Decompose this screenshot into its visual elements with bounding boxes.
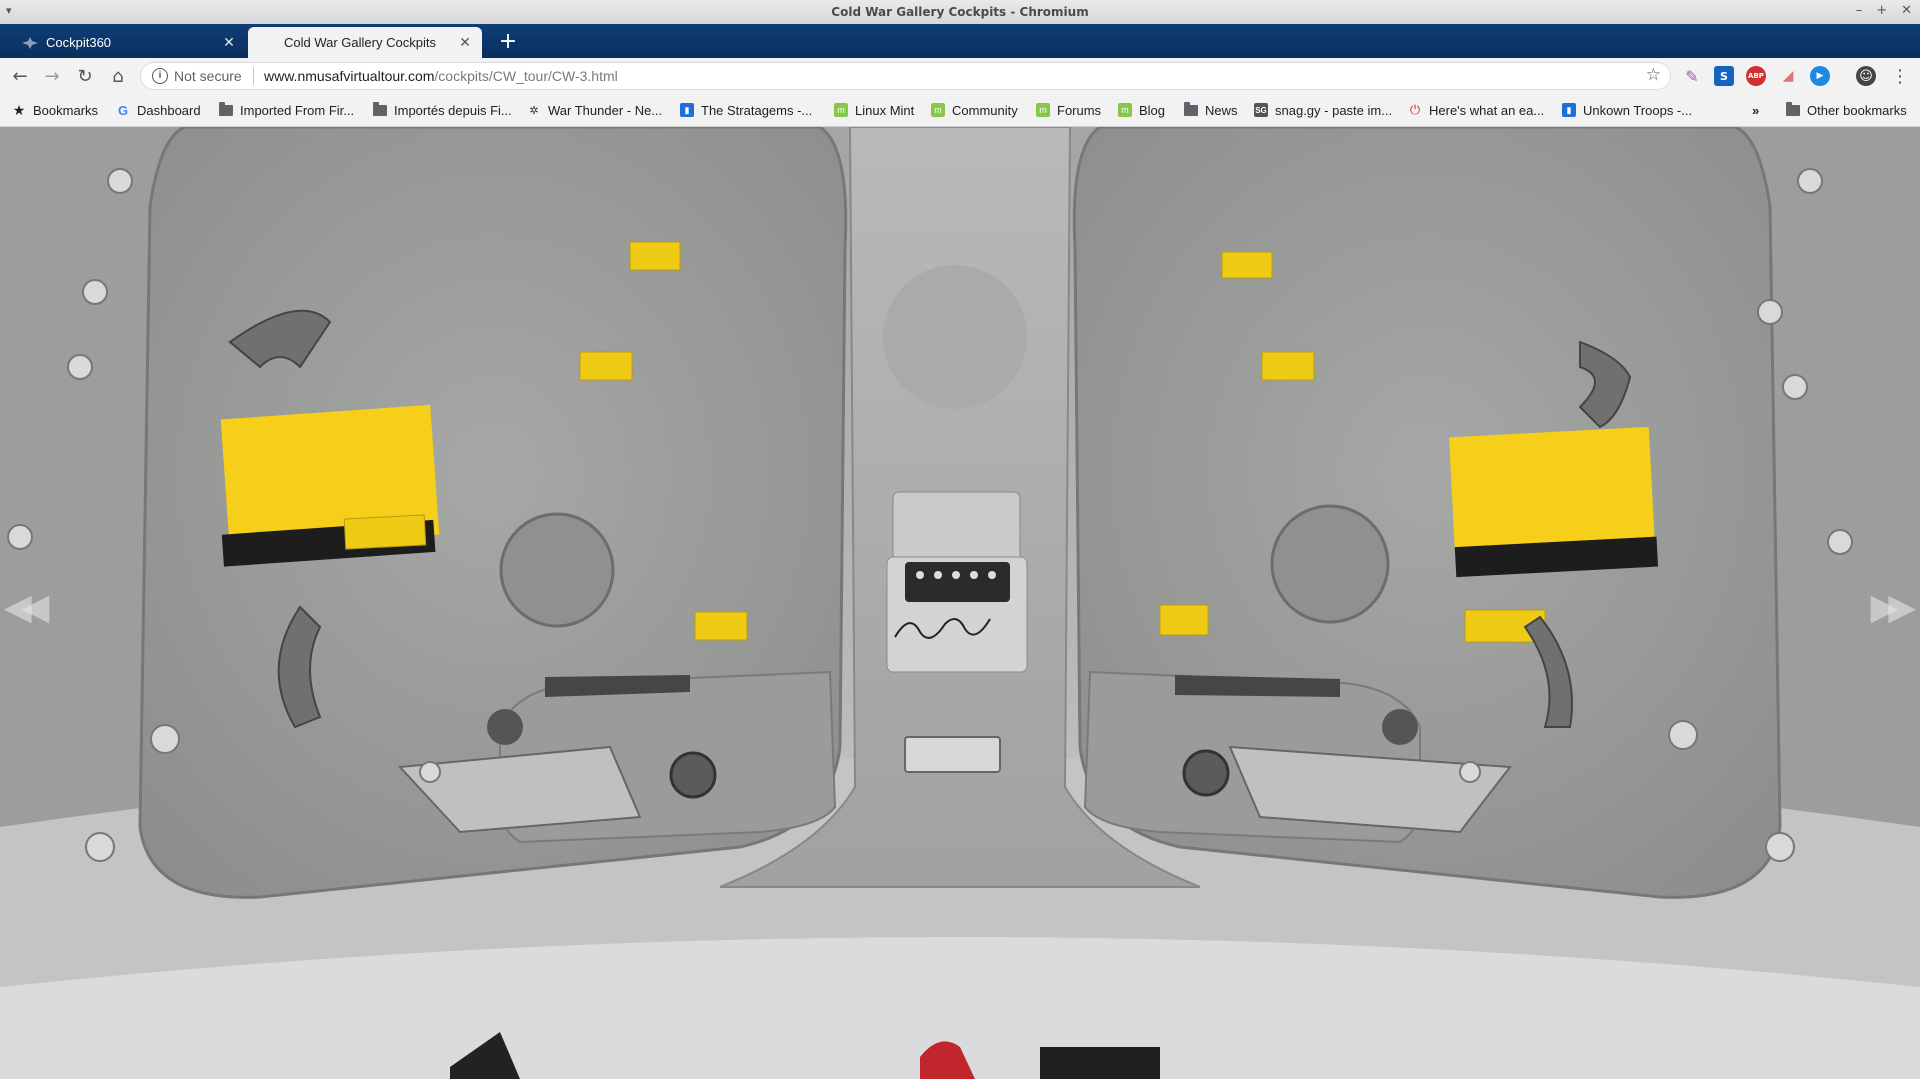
bookmark-item-heres-what[interactable]: ⏻ Here's what an ea... [1408,100,1544,120]
bookmark-label: snag.gy - paste im... [1275,102,1393,118]
bookmark-item-news[interactable]: News [1184,100,1238,120]
bookmark-label: News [1205,102,1238,118]
bookmark-item-community[interactable]: m Community [931,100,1018,120]
s-extension-icon[interactable]: S [1714,66,1734,86]
tab-cold-war-gallery[interactable]: Cold War Gallery Cockpits ✕ [248,27,482,58]
bookmark-item-blog[interactable]: m Blog [1118,100,1165,120]
mint-icon: m [931,103,945,117]
tab-cockpit360[interactable]: Cockpit360 ✕ [0,27,246,58]
info-icon[interactable]: i [152,68,168,84]
bookmark-label: Imported From Fir... [240,102,355,118]
cockpit-panorama-viewer[interactable]: ◀◀ ▶▶ [0,127,1920,1079]
play-extension-icon[interactable]: ▶ [1810,66,1830,86]
tab-title: Cockpit360 [46,35,112,50]
window-controls: – + ✕ [1856,3,1912,18]
tab-title: Cold War Gallery Cockpits [284,35,436,50]
home-button[interactable]: ⌂ [106,64,130,88]
url-text[interactable]: www.nmusafvirtualtour.com/cockpits/CW_to… [264,68,618,84]
address-bar[interactable]: i Not secure www.nmusafvirtualtour.com/c… [140,62,1671,90]
page-icon: ▮ [680,103,694,117]
feather-extension-icon[interactable]: ✎ [1682,66,1702,86]
browser-toolbar: ← → ↻ ⌂ i Not secure www.nmusafvirtualto… [0,58,1920,94]
bookmark-label: Importés depuis Fi... [394,102,512,118]
bookmark-star-icon[interactable]: ☆ [1646,65,1661,85]
bookmark-item-snaggy[interactable]: SG snag.gy - paste im... [1254,100,1392,120]
star-icon: ★ [12,101,26,118]
previous-view-arrow-icon[interactable]: ◀◀ [4,587,49,628]
reload-button[interactable]: ↻ [73,64,97,88]
bookmark-item-stratagems[interactable]: ▮ The Stratagems -... [680,100,812,120]
bookmark-label: Here's what an ea... [1429,102,1545,118]
bookmark-label: Blog [1139,102,1166,118]
forward-button[interactable]: → [40,64,64,88]
bookmark-item-forums[interactable]: m Forums [1036,100,1101,120]
bookmark-label: Linux Mint [855,102,915,118]
page-icon: ▮ [1562,103,1576,117]
cockpit-panorama-image[interactable] [0,127,1920,1079]
folder-icon [219,101,233,117]
window-title-bar: ▾ Cold War Gallery Cockpits - Chromium –… [0,0,1920,25]
bookmark-label: Unkown Troops -... [1583,102,1693,118]
back-button[interactable]: ← [8,64,32,88]
new-tab-button[interactable]: + [494,31,522,55]
bookmark-item-war-thunder[interactable]: ✲ War Thunder - Ne... [527,100,662,120]
folder-icon [1184,101,1198,117]
snaggy-icon: SG [1254,103,1268,117]
folder-icon [1786,101,1800,117]
bookmark-label: Community [952,102,1018,118]
divider [253,67,254,85]
other-bookmarks[interactable]: Other bookmarks [1786,100,1907,120]
mint-icon: m [1036,103,1050,117]
adblock-plus-icon[interactable]: ABP [1746,66,1766,86]
maximize-icon[interactable]: + [1876,3,1887,18]
bookmarks-overflow-button[interactable]: » [1752,100,1759,120]
bookmark-item-bookmarks[interactable]: ★ Bookmarks [12,100,98,120]
mint-icon: m [834,103,848,117]
google-icon: G [117,102,129,118]
bookmark-label: The Stratagems -... [701,102,813,118]
folder-icon [373,101,387,117]
bookmark-label: Forums [1057,102,1102,118]
megaphone-extension-icon[interactable]: ◢ [1778,66,1798,86]
tab-strip: Cockpit360 ✕ Cold War Gallery Cockpits ✕… [0,24,1920,58]
security-label: Not secure [174,68,242,84]
bookmark-label: Dashboard [137,102,201,118]
bookmark-item-linux-mint[interactable]: m Linux Mint [834,100,914,120]
url-host: www.nmusafvirtualtour.com [264,68,435,84]
bookmark-item-importes-depuis[interactable]: Importés depuis Fi... [373,100,512,120]
next-view-arrow-icon[interactable]: ▶▶ [1871,587,1916,628]
power-icon: ⏻ [1409,102,1421,117]
warthunder-icon: ✲ [529,104,539,117]
bookmark-label: War Thunder - Ne... [548,102,663,118]
mint-icon: m [1118,103,1132,117]
bookmark-label: Bookmarks [33,102,99,118]
bookmark-item-unknown-troops[interactable]: ▮ Unkown Troops -... [1562,100,1692,120]
minimize-icon[interactable]: – [1856,3,1863,18]
bookmarks-bar: ★ Bookmarks G Dashboard Imported From Fir.… [0,94,1920,127]
chrome-menu-icon[interactable]: ⋮ [1888,64,1912,88]
tab-close-icon[interactable]: ✕ [456,34,474,51]
profile-avatar-icon[interactable]: ☺ [1856,66,1876,86]
cockpit360-favicon-icon [22,35,38,51]
close-window-icon[interactable]: ✕ [1901,3,1912,18]
right-caution-label [1448,426,1659,578]
tab-close-icon[interactable]: ✕ [220,34,238,51]
bookmark-label: Other bookmarks [1807,102,1907,118]
bookmark-item-dashboard[interactable]: G Dashboard [116,100,201,120]
url-path: /cockpits/CW_tour/CW-3.html [434,68,618,84]
bookmark-item-imported-from-firefox[interactable]: Imported From Fir... [219,100,354,120]
window-title: Cold War Gallery Cockpits - Chromium [831,5,1089,19]
